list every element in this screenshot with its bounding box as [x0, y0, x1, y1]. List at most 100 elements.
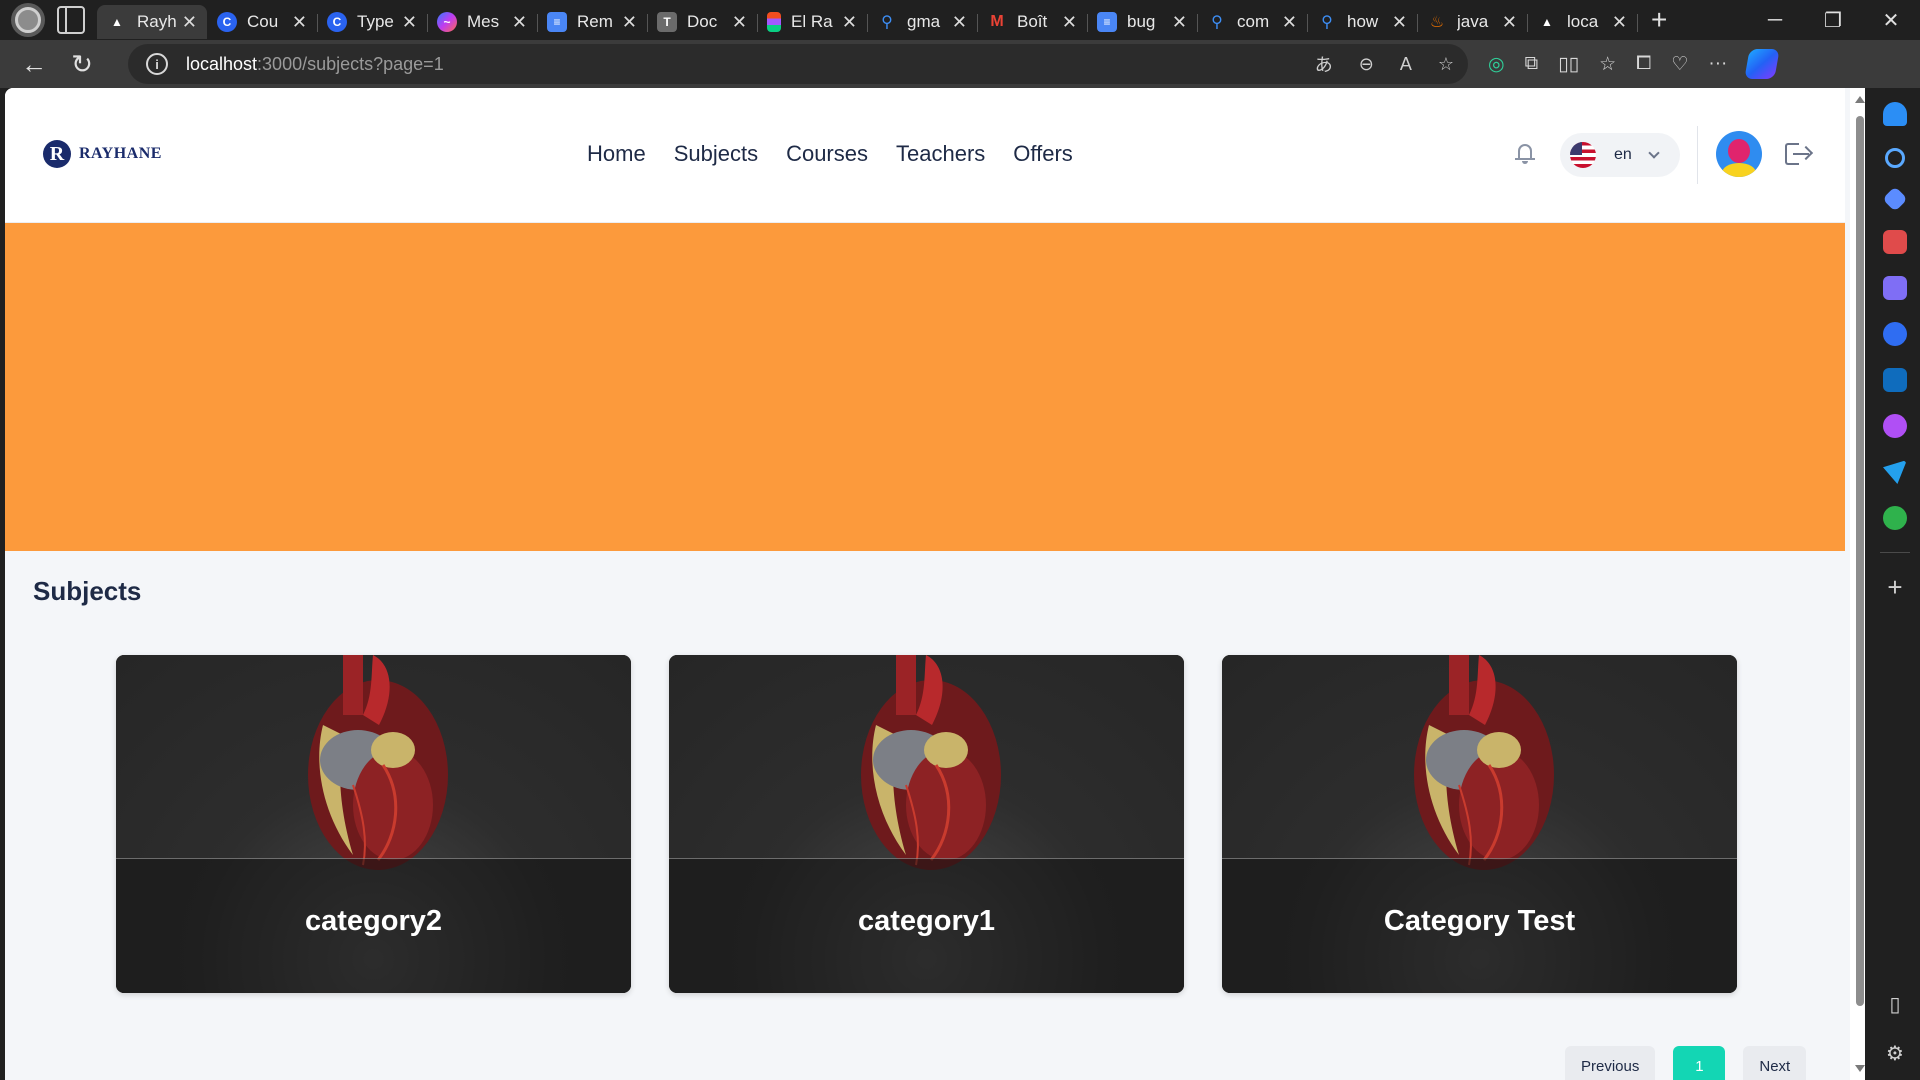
logo-mark: R [43, 140, 71, 168]
read-aloud-icon[interactable]: A [1400, 54, 1412, 75]
browser-toolbar: ◎ ⧉ ▯▯ ☆ ⧠ ♡ ··· [1488, 40, 1781, 88]
avatar[interactable] [1716, 131, 1762, 177]
translate-icon[interactable]: あ [1315, 51, 1333, 77]
language-selector[interactable]: en [1560, 133, 1680, 177]
close-icon[interactable]: ✕ [292, 12, 307, 33]
browser-tab[interactable]: ≡ bug ✕ [1087, 5, 1198, 39]
site-info-icon[interactable]: i [146, 53, 168, 75]
browser-tab[interactable]: ⚲ com ✕ [1197, 5, 1308, 39]
subject-card[interactable]: Category Test [1222, 655, 1737, 993]
close-icon[interactable]: ✕ [512, 12, 527, 33]
notification-bell-icon[interactable] [1515, 142, 1535, 164]
scroll-up-icon[interactable] [1855, 96, 1865, 103]
outlook-icon[interactable] [1883, 368, 1907, 392]
back-icon[interactable]: ← [14, 44, 54, 84]
sidebar-bottom: ▯ ⚙ [1870, 992, 1920, 1066]
close-icon[interactable]: ✕ [1172, 12, 1187, 33]
doc-icon: T [657, 12, 677, 32]
shopping-tag-icon[interactable] [1882, 186, 1908, 212]
tab-strip: ▲ Rayh ✕ C Cou ✕ C Type ✕ ~ Mes ✕ ≡ Rem … [97, 0, 1667, 40]
nav-offers[interactable]: Offers [1013, 141, 1073, 167]
tab-label: Rem [577, 12, 613, 31]
subject-card[interactable]: category2 [116, 655, 631, 993]
page-1-button[interactable]: 1 [1673, 1046, 1726, 1080]
close-icon[interactable]: ✕ [1612, 12, 1627, 33]
favorites-icon[interactable]: ☆ [1599, 53, 1616, 76]
split-screen-icon[interactable]: ▯▯ [1558, 53, 1579, 76]
tab-actions-icon[interactable] [57, 6, 85, 34]
favorite-star-icon[interactable]: ☆ [1438, 54, 1454, 75]
tools-briefcase-icon[interactable] [1883, 230, 1907, 254]
browser-tab[interactable]: ⚲ how ✕ [1307, 5, 1418, 39]
address-bar[interactable]: i localhost:3000/subjects?page=1 あ ⊖ A ☆ [128, 44, 1468, 84]
extensions-icon[interactable]: ⧉ [1525, 53, 1539, 75]
heart-model-image [308, 655, 448, 870]
browser-tab[interactable]: ~ Mes ✕ [427, 5, 538, 39]
close-icon[interactable]: ✕ [952, 12, 967, 33]
scroll-down-icon[interactable] [1855, 1065, 1865, 1072]
heart-model-image [861, 655, 1001, 870]
more-options-icon[interactable]: ··· [1708, 53, 1727, 75]
copilot-sidebar-icon[interactable] [1883, 322, 1907, 346]
restore-icon[interactable]: ❐ [1804, 0, 1862, 40]
browser-tab[interactable]: ≡ Rem ✕ [537, 5, 648, 39]
browser-tab[interactable]: ▲ Rayh ✕ [97, 5, 207, 39]
url-text[interactable]: localhost:3000/subjects?page=1 [186, 54, 444, 75]
search-icon[interactable] [1885, 148, 1905, 168]
page-scrollbar[interactable] [1850, 88, 1865, 1080]
edge-sidebar: + [1870, 88, 1920, 1080]
subject-card-image [669, 655, 1184, 993]
add-sidebar-app-icon[interactable]: + [1887, 574, 1902, 600]
docs-icon: ≡ [1097, 12, 1117, 32]
profile-icon[interactable] [11, 3, 45, 37]
close-icon[interactable]: ✕ [622, 12, 637, 33]
next-page-button[interactable]: Next [1743, 1046, 1807, 1080]
browser-tab[interactable]: El Ra ✕ [757, 5, 868, 39]
minimize-icon[interactable]: ─ [1746, 0, 1804, 40]
logo-text: RAYHANE [79, 145, 162, 162]
heart-model-image [1414, 655, 1554, 870]
close-icon[interactable]: ✕ [732, 12, 747, 33]
chevron-down-icon [1648, 147, 1660, 159]
designer-icon[interactable] [1883, 414, 1907, 438]
refresh-icon[interactable]: ↻ [62, 44, 102, 84]
tree-icon[interactable] [1883, 506, 1907, 530]
nav-courses[interactable]: Courses [786, 141, 868, 167]
browser-tab[interactable]: C Type ✕ [317, 5, 428, 39]
browser-tab[interactable]: T Doc ✕ [647, 5, 758, 39]
extension-circle-icon[interactable]: ◎ [1488, 53, 1505, 76]
logout-icon[interactable] [1785, 141, 1814, 167]
close-icon[interactable]: ✕ [1502, 12, 1517, 33]
browser-tab[interactable]: M Boît ✕ [977, 5, 1088, 39]
games-icon[interactable] [1883, 276, 1907, 300]
scrollbar-thumb[interactable] [1856, 116, 1864, 1006]
send-icon[interactable] [1883, 460, 1907, 484]
close-window-icon[interactable]: ✕ [1862, 0, 1920, 40]
browser-tab[interactable]: ♨ java ✕ [1417, 5, 1528, 39]
settings-icon[interactable]: ⚙ [1886, 1041, 1904, 1066]
subject-card-image [1222, 655, 1737, 993]
subject-card[interactable]: category1 [669, 655, 1184, 993]
browser-tab[interactable]: C Cou ✕ [207, 5, 318, 39]
close-icon[interactable]: ✕ [1282, 12, 1297, 33]
zoom-out-icon[interactable]: ⊖ [1359, 54, 1374, 75]
close-icon[interactable]: ✕ [1062, 12, 1077, 33]
copilot-icon[interactable] [1744, 49, 1781, 79]
notification-bell-icon[interactable] [1883, 102, 1907, 126]
close-icon[interactable]: ✕ [842, 12, 857, 33]
browser-tab[interactable]: ⚲ gma ✕ [867, 5, 978, 39]
close-icon[interactable]: ✕ [402, 12, 417, 33]
close-icon[interactable]: ✕ [182, 12, 197, 33]
nav-home[interactable]: Home [587, 141, 646, 167]
browser-essentials-icon[interactable]: ♡ [1671, 53, 1688, 76]
nav-teachers[interactable]: Teachers [896, 141, 985, 167]
previous-page-button[interactable]: Previous [1565, 1046, 1656, 1080]
site-logo[interactable]: R RAYHANE [43, 140, 162, 168]
close-icon[interactable]: ✕ [1392, 12, 1407, 33]
new-tab-icon[interactable]: + [1651, 6, 1667, 34]
collections-icon[interactable]: ⧠ [1636, 53, 1651, 75]
nav-subjects[interactable]: Subjects [674, 141, 758, 167]
browser-tab[interactable]: ▲ loca ✕ [1527, 5, 1638, 39]
hide-sidebar-icon[interactable]: ▯ [1889, 992, 1900, 1017]
subject-card-image [116, 655, 631, 993]
